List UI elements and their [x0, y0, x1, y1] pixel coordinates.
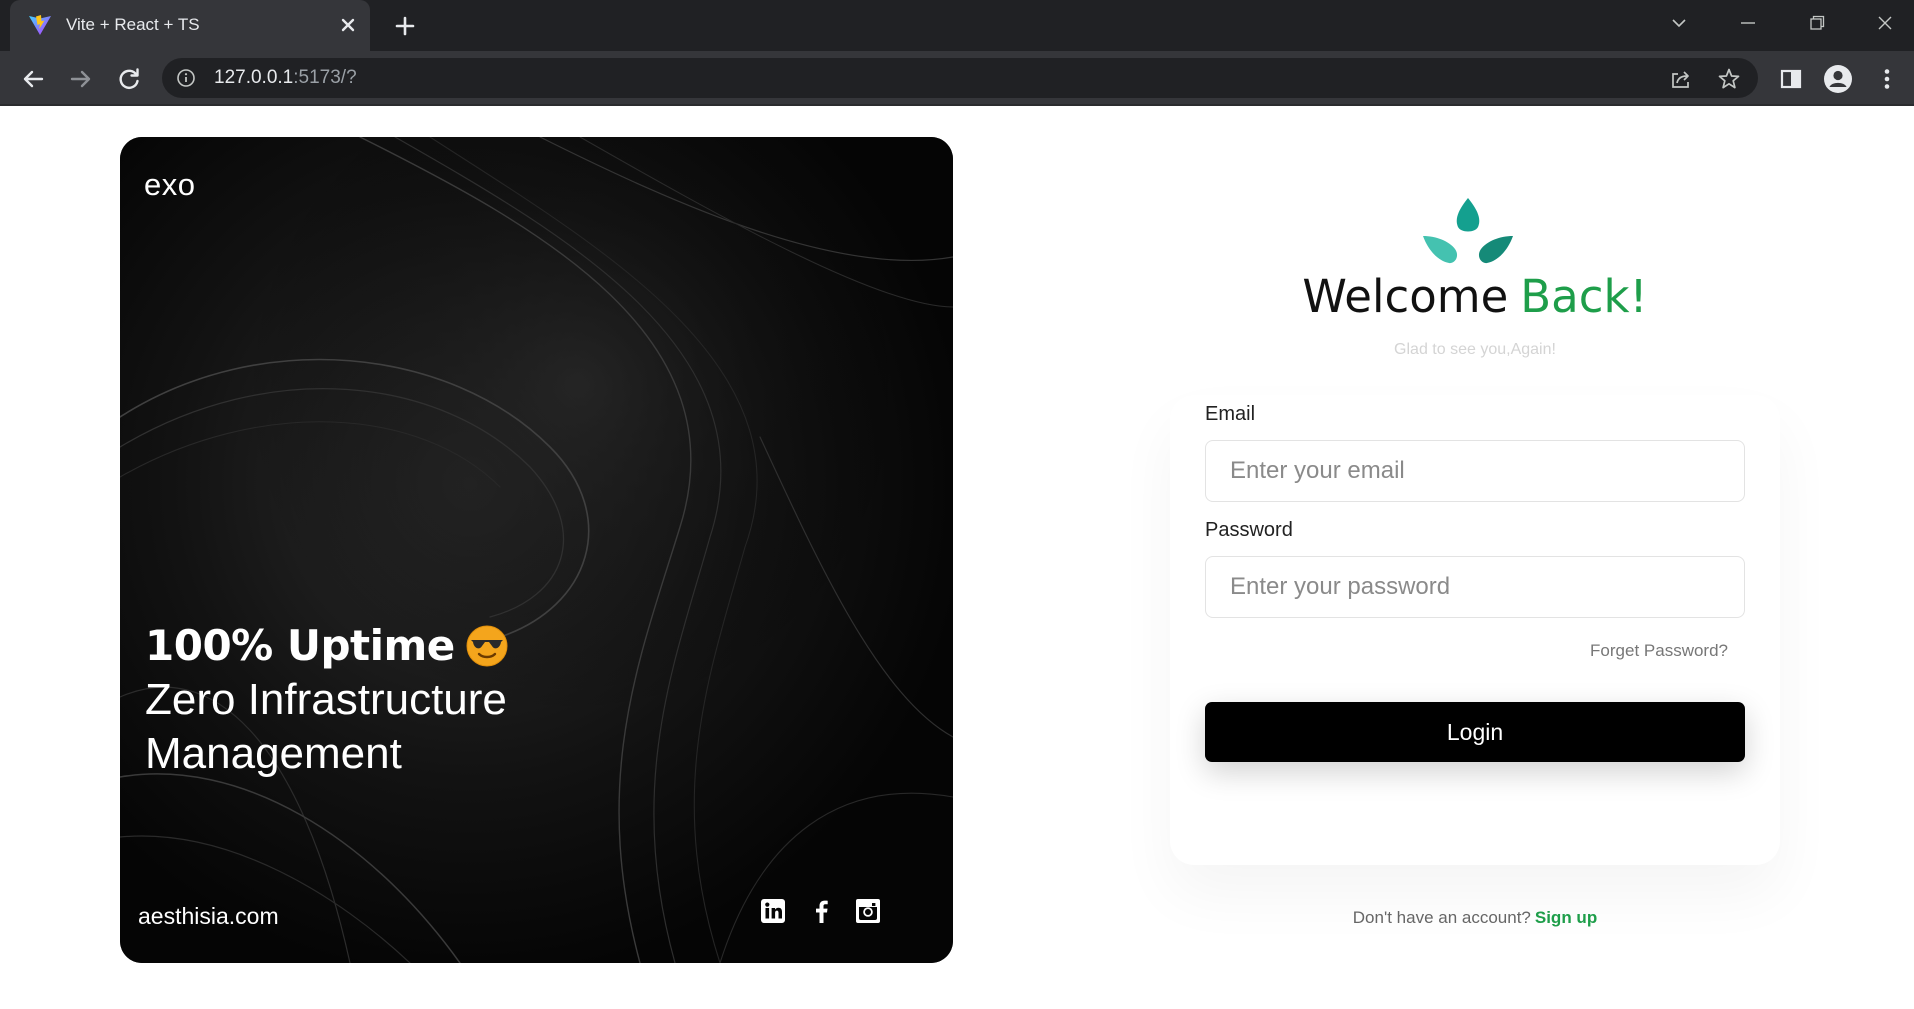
forgot-password-link[interactable]: Forget Password?	[1520, 641, 1728, 661]
instagram-icon[interactable]	[854, 897, 882, 925]
headline-line-3: Management	[145, 729, 402, 778]
bookmark-star-icon[interactable]	[1716, 66, 1742, 92]
side-panel-icon[interactable]	[1776, 64, 1806, 94]
new-tab-icon[interactable]	[390, 11, 420, 41]
vite-logo-icon	[29, 15, 51, 35]
email-field[interactable]	[1205, 440, 1745, 502]
share-icon[interactable]	[1668, 66, 1694, 92]
tab-close-icon[interactable]	[334, 11, 362, 39]
title-back: Back!	[1520, 270, 1648, 323]
minimize-icon[interactable]	[1731, 8, 1765, 38]
tab-title: Vite + React + TS	[66, 15, 200, 34]
browser-toolbar: 127.0.0.1:5173/?	[0, 51, 1914, 106]
password-field[interactable]	[1205, 556, 1745, 618]
profile-avatar-icon[interactable]	[1823, 64, 1853, 94]
address-bar[interactable]: 127.0.0.1:5173/?	[162, 58, 1758, 98]
headline-line-2: Zero Infrastructure	[145, 675, 507, 724]
close-window-icon[interactable]	[1868, 8, 1902, 38]
page-subtitle: Glad to see you,Again!	[1394, 341, 1556, 358]
login-button[interactable]: Login	[1205, 702, 1745, 762]
browser-tab-strip: Vite + React + TS	[0, 0, 1914, 51]
page-title: Welcome Back!	[1120, 270, 1830, 323]
password-label: Password	[1205, 519, 1293, 541]
sunglasses-emoji-icon	[466, 625, 508, 667]
site-url-text: aesthisia.com	[138, 903, 279, 929]
restore-icon[interactable]	[1800, 8, 1834, 38]
url-path: :5173/?	[293, 67, 357, 88]
url-host: 127.0.0.1	[214, 67, 294, 88]
hero-headline: 100% Uptime Zero Infrastructure Manageme…	[145, 619, 509, 781]
url-text[interactable]: 127.0.0.1:5173/?	[214, 67, 357, 89]
brand-logo-text: exo	[144, 167, 196, 202]
tab-search-chevron-icon[interactable]	[1662, 8, 1696, 38]
title-welcome: Welcome	[1302, 270, 1509, 323]
reload-icon[interactable]	[114, 64, 144, 94]
signup-link[interactable]: Sign up	[1535, 908, 1597, 927]
signup-prompt-text: Don't have an account?	[1352, 908, 1531, 927]
headline-uptime: 100% Uptime	[145, 619, 509, 673]
hero-panel: exo 100% Uptime Zero Infrastructure Mana…	[120, 137, 953, 963]
facebook-icon[interactable]	[808, 897, 836, 925]
email-label: Email	[1205, 403, 1256, 425]
hero-background-waves	[120, 137, 953, 963]
headline-bold-text: 100% Uptime	[145, 621, 455, 670]
menu-kebab-icon[interactable]	[1872, 64, 1902, 94]
leaf-logo-icon	[1423, 198, 1513, 264]
browser-tab-active[interactable]: Vite + React + TS	[10, 0, 370, 51]
signup-prompt: Don't have an account? Sign up	[1120, 908, 1830, 928]
forward-arrow-icon[interactable]	[66, 64, 96, 94]
site-info-icon[interactable]	[176, 68, 196, 88]
back-arrow-icon[interactable]	[18, 64, 48, 94]
linkedin-icon[interactable]	[759, 897, 787, 925]
